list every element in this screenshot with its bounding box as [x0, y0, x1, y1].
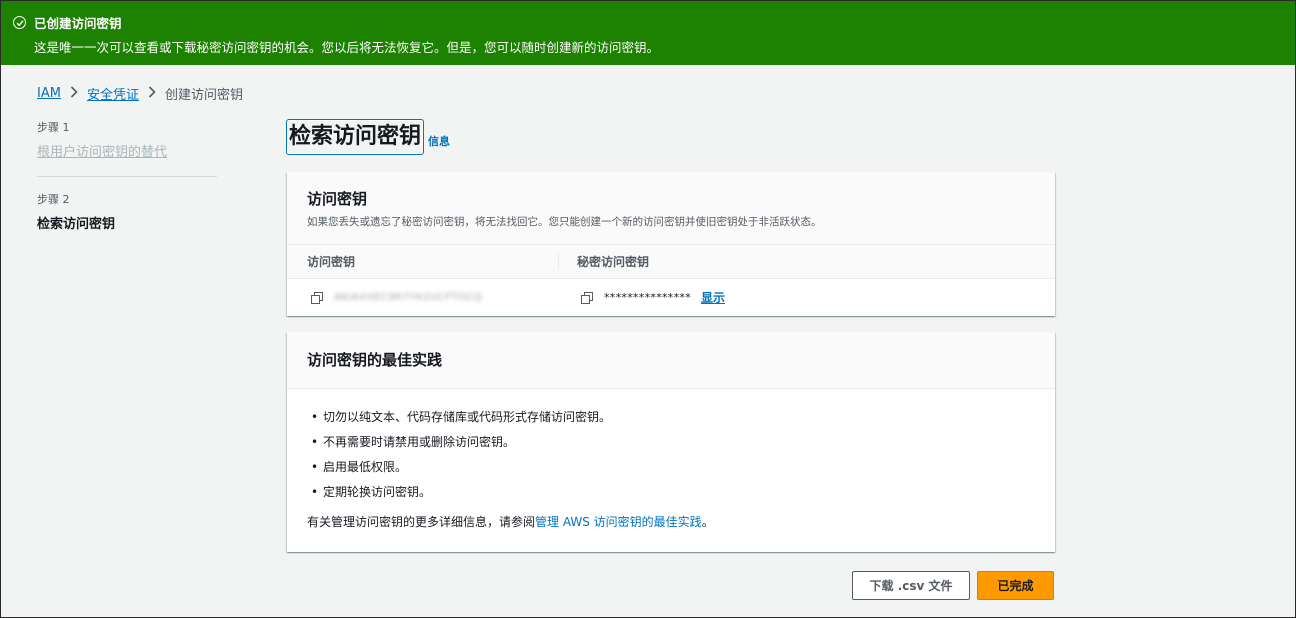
best-practices-card: 访问密钥的最佳实践 切勿以纯文本、代码存储库或代码形式存储访问密钥。 不再需要时…: [287, 332, 1055, 552]
page-title: 检索访问密钥: [286, 119, 425, 155]
access-key-card-title: 访问密钥: [307, 190, 368, 208]
access-key-card: 访问密钥 如果您丢失或遗忘了秘密访问密钥，将无法找回它。您只能创建一个新的访问密…: [287, 172, 1055, 316]
step-1: 步骤 1 根用户访问密钥的替代: [37, 119, 217, 160]
done-button[interactable]: 已完成: [977, 571, 1054, 600]
flash-message: 这是唯一一次可以查看或下载秘密访问密钥的机会。您以后将无法恢复它。但是，您可以随…: [34, 40, 660, 55]
list-item: 切勿以纯文本、代码存储库或代码形式存储访问密钥。: [307, 409, 1035, 434]
access-key-card-description: 如果您丢失或遗忘了秘密访问密钥，将无法找回它。您只能创建一个新的访问密钥并使旧密…: [307, 216, 822, 228]
step-divider: [37, 176, 217, 177]
breadcrumb-current: 创建访问密钥: [164, 88, 243, 103]
best-practices-footer: 有关管理访问密钥的更多详细信息，请参阅管理 AWS 访问密钥的最佳实践。: [307, 513, 1035, 530]
access-key-cell: AKIAXXEC9R7YK2UCFTOCQ: [287, 291, 559, 304]
best-practices-list: 切勿以纯文本、代码存储库或代码形式存储访问密钥。 不再需要时请禁用或删除访问密钥…: [307, 409, 1035, 509]
best-practices-body: 切勿以纯文本、代码存储库或代码形式存储访问密钥。 不再需要时请禁用或删除访问密钥…: [287, 389, 1055, 530]
info-link[interactable]: 信息: [428, 133, 450, 149]
chevron-right-icon: [148, 86, 156, 101]
access-key-card-header: 访问密钥 如果您丢失或遗忘了秘密访问密钥，将无法找回它。您只能创建一个新的访问密…: [287, 172, 1055, 245]
breadcrumb: IAM 安全凭证 创建访问密钥: [37, 84, 243, 103]
show-secret-link[interactable]: 显示: [701, 289, 725, 306]
success-flash-banner: 已创建访问密钥 这是唯一一次可以查看或下载秘密访问密钥的机会。您以后将无法恢复它…: [1, 1, 1295, 65]
step-1-link: 根用户访问密钥的替代: [37, 145, 168, 160]
copy-icon[interactable]: [311, 291, 323, 304]
footer-prefix: 有关管理访问密钥的更多详细信息，请参阅: [307, 515, 536, 529]
list-item: 定期轮换访问密钥。: [307, 484, 1035, 509]
list-item: 启用最低权限。: [307, 459, 1035, 484]
step-2-name: 检索访问密钥: [37, 217, 116, 232]
step-2: 步骤 2 检索访问密钥: [37, 191, 217, 232]
access-key-column-header: 访问密钥: [287, 253, 559, 270]
list-item: 不再需要时请禁用或删除访问密钥。: [307, 434, 1035, 459]
breadcrumb-iam-link[interactable]: IAM: [37, 86, 61, 101]
download-csv-button[interactable]: 下载 .csv 文件: [852, 571, 970, 600]
footer-suffix: 。: [701, 515, 714, 529]
access-key-value: AKIAXXEC9R7YK2UCFTOCQ: [334, 291, 483, 303]
copy-icon[interactable]: [581, 291, 593, 304]
breadcrumb-security-credentials-link[interactable]: 安全凭证: [87, 84, 139, 103]
step-1-label: 步骤 1: [37, 121, 70, 134]
flash-title: 已创建访问密钥: [34, 16, 122, 31]
key-table-row: AKIAXXEC9R7YK2UCFTOCQ *************** 显示: [287, 279, 1055, 315]
secret-key-column-header: 秘密访问密钥: [577, 255, 650, 269]
check-circle-icon: [13, 16, 26, 29]
step-2-label: 步骤 2: [37, 193, 70, 206]
secret-key-masked: ***************: [604, 290, 691, 304]
chevron-right-icon: [70, 86, 78, 101]
key-table-header: 访问密钥 秘密访问密钥: [287, 245, 1055, 279]
best-practices-title: 访问密钥的最佳实践: [307, 351, 443, 369]
wizard-steps: 步骤 1 根用户访问密钥的替代 步骤 2 检索访问密钥: [37, 119, 217, 232]
secret-key-cell: *************** 显示: [559, 289, 725, 306]
best-practices-header: 访问密钥的最佳实践: [287, 332, 1055, 389]
page-header: 检索访问密钥 信息: [286, 119, 450, 155]
best-practices-doc-link[interactable]: 管理 AWS 访问密钥的最佳实践: [535, 515, 702, 529]
